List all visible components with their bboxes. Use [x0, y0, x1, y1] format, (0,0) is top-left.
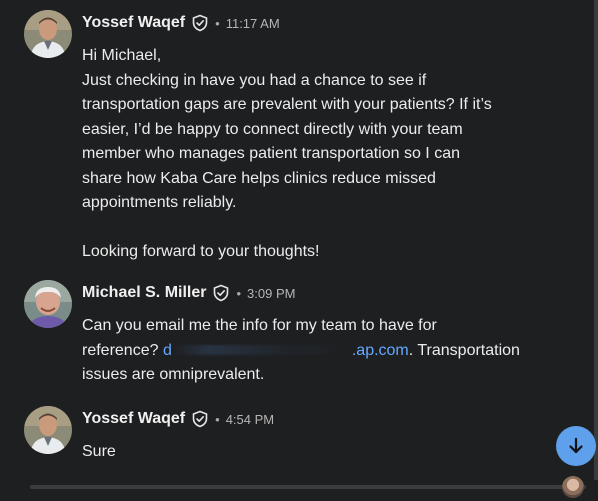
message-body: Sure	[82, 440, 552, 465]
message-line: appointments reliably.	[82, 194, 237, 211]
scroll-to-bottom-button[interactable]	[556, 426, 596, 466]
timestamp: 11:17 AM	[225, 15, 280, 31]
message-text: . Transportation	[408, 341, 520, 359]
separator-dot: •	[215, 411, 220, 427]
timestamp: 4:54 PM	[225, 411, 275, 427]
email-link-end: .ap.com	[351, 341, 409, 359]
verified-shield-icon	[212, 284, 230, 302]
message-body: Can you email me the info for my team to…	[82, 314, 552, 388]
message-header: Yossef Waqef • 4:54 PM	[82, 408, 274, 430]
separator-dot: •	[236, 285, 242, 301]
scrollbar[interactable]	[594, 0, 598, 480]
message-line: share how Kaba Care helps clinics reduce…	[82, 169, 436, 187]
message-line: Hi Michael,	[82, 47, 162, 64]
message-item: Yossef Waqef • 11:17 AM Hi Michael, Just…	[0, 8, 590, 268]
author-name[interactable]: Michael S. Miller	[82, 284, 206, 302]
message-item: Michael S. Miller • 3:09 PM Can you emai…	[0, 278, 590, 388]
avatar[interactable]	[24, 280, 72, 328]
redacted-blur	[171, 345, 352, 356]
message-line: Just checking in have you had a chance t…	[82, 71, 427, 89]
message-line: reference? d .ap.com. Transportation	[82, 339, 552, 364]
message-line: easier, I’d be happy to connect directly…	[82, 120, 463, 138]
message-line: transportation gaps are prevalent with y…	[82, 96, 492, 113]
email-link-start: d	[162, 341, 172, 359]
composer-divider	[30, 485, 586, 489]
timestamp: 3:09 PM	[247, 285, 296, 301]
avatar[interactable]	[24, 10, 72, 58]
message-header: Yossef Waqef • 11:17 AM	[82, 12, 280, 34]
message-text: reference?	[82, 341, 163, 359]
email-link[interactable]: d .ap.com	[163, 342, 409, 359]
message-line: Looking forward to your thoughts!	[82, 243, 320, 260]
avatar[interactable]	[562, 476, 584, 498]
message-item: Yossef Waqef • 4:54 PM Sure	[0, 404, 590, 474]
verified-shield-icon	[191, 410, 209, 428]
arrow-down-icon	[566, 436, 586, 456]
message-thread: Yossef Waqef • 11:17 AM Hi Michael, Just…	[0, 0, 598, 501]
message-body: Hi Michael, Just checking in have you ha…	[82, 44, 552, 265]
separator-dot: •	[215, 15, 220, 31]
author-name[interactable]: Yossef Waqef	[82, 410, 185, 428]
verified-shield-icon	[191, 14, 209, 32]
message-line: member who manages patient transportatio…	[82, 145, 460, 162]
message-line: Can you email me the info for my team to…	[82, 317, 437, 334]
author-name[interactable]: Yossef Waqef	[82, 14, 185, 32]
message-line: Sure	[82, 443, 116, 460]
avatar[interactable]	[24, 406, 72, 454]
message-header: Michael S. Miller • 3:09 PM	[82, 282, 295, 304]
message-line: issues are omniprevalent.	[82, 366, 265, 383]
